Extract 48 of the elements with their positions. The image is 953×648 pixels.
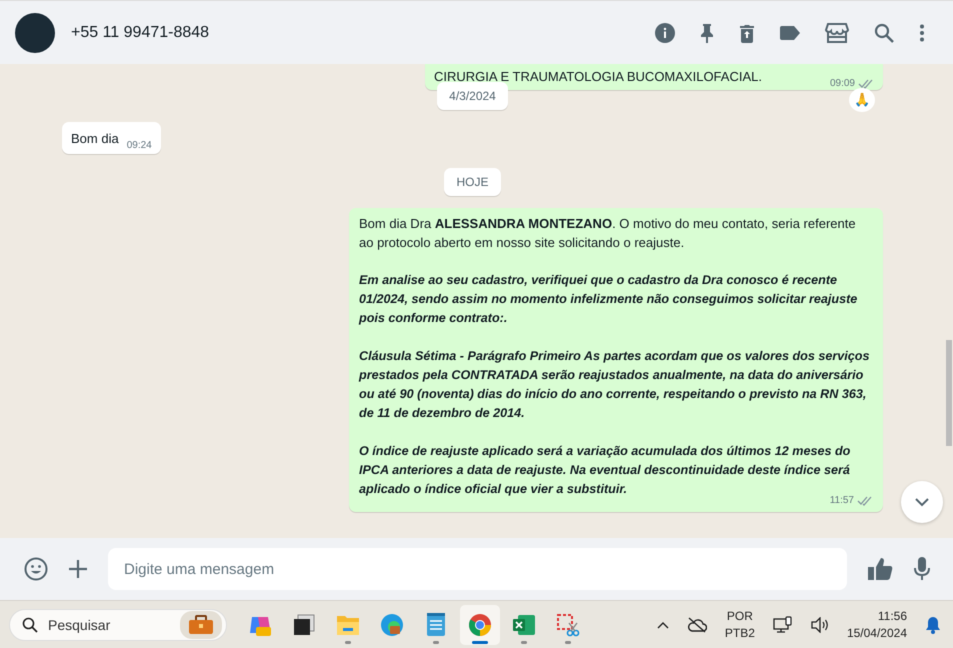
scrollbar-thumb[interactable] xyxy=(946,340,952,446)
date-chip: 4/3/2024 xyxy=(437,82,508,110)
message-paragraph: Em analise ao seu cadastro, verifiquei que o cadastro da Dra conosco é recente 01/2024, sendo assim no momento infelizmente não conseguimos solicitar reajuste pois conforme contrato:. xyxy=(359,272,858,327)
emoji-icon[interactable] xyxy=(24,557,48,581)
network-icon[interactable] xyxy=(772,616,793,634)
double-check-icon xyxy=(857,496,873,506)
plus-icon[interactable] xyxy=(68,559,88,579)
message-paragraph: Cláusula Sétima - Parágrafo Primeiro As partes acordam que os valores dos serviços prestados pela CONTRATADA serão reajustados anualmente, na data do aniversário ou até 90 (noventa) dias do início do ano corrente, respeitando o previsto na RN 363, de 11 de dezembro de 2014. xyxy=(359,348,870,422)
microphone-icon[interactable] xyxy=(913,556,931,582)
language-label[interactable]: POR xyxy=(726,608,753,624)
clock-time[interactable]: 11:56 xyxy=(878,608,907,624)
keyboard-layout-label[interactable]: PTB2 xyxy=(724,624,755,642)
chevron-down-icon xyxy=(914,497,930,507)
search-placeholder: Pesquisar xyxy=(48,616,110,632)
message-paragraph: Bom dia Dra ALESSANDRA MONTEZANO. O motivo do meu contato, seria referente ao protocolo aberto em nosso site solicitando o reajuste. xyxy=(359,215,857,252)
browser-icon xyxy=(380,612,404,636)
bell-icon[interactable] xyxy=(925,616,941,634)
message-text: Bom dia xyxy=(71,130,119,148)
search-icon xyxy=(22,616,38,632)
spreadsheet-icon xyxy=(512,612,536,636)
search-icon[interactable] xyxy=(874,22,894,42)
scissors-icon xyxy=(556,612,580,636)
double-check-icon xyxy=(858,78,874,88)
date-chip: HOJE xyxy=(444,168,500,196)
briefcase-icon xyxy=(180,610,222,638)
menu-icon[interactable] xyxy=(919,24,925,42)
contact-avatar[interactable] xyxy=(15,12,55,52)
taskbar-search-field[interactable]: Pesquisar xyxy=(9,608,227,640)
tag-icon[interactable] xyxy=(780,26,800,40)
browser-icon xyxy=(468,612,492,636)
contact-name[interactable]: +55 11 99471-8848 xyxy=(71,24,210,42)
store-icon[interactable] xyxy=(825,22,849,42)
message-time: 11:57 xyxy=(830,495,854,506)
pin-icon[interactable] xyxy=(700,22,714,42)
clock-date[interactable]: 15/04/2024 xyxy=(846,624,907,642)
folder-icon xyxy=(336,614,360,636)
message-time: 09:24 xyxy=(126,140,152,151)
message-input[interactable]: Digite uma mensagem xyxy=(108,548,847,590)
message-time: 09:09 xyxy=(830,78,855,89)
info-icon[interactable] xyxy=(655,22,675,42)
app-icon xyxy=(292,612,316,636)
notepad-icon xyxy=(426,612,446,636)
trash-icon[interactable] xyxy=(739,22,755,42)
chevron-up-icon[interactable] xyxy=(656,620,669,628)
cloud-off-icon[interactable] xyxy=(686,616,707,632)
speaker-icon[interactable] xyxy=(810,616,829,632)
message-paragraph: O índice de reajuste aplicado será a variação acumulada dos últimos 12 meses do IPCA anteriores a data de reajuste. Na eventual descontinuidade deste índice será aplicado o índice oficial que vier a substituir. xyxy=(359,443,852,496)
thumbs-up-icon[interactable] xyxy=(867,557,893,581)
